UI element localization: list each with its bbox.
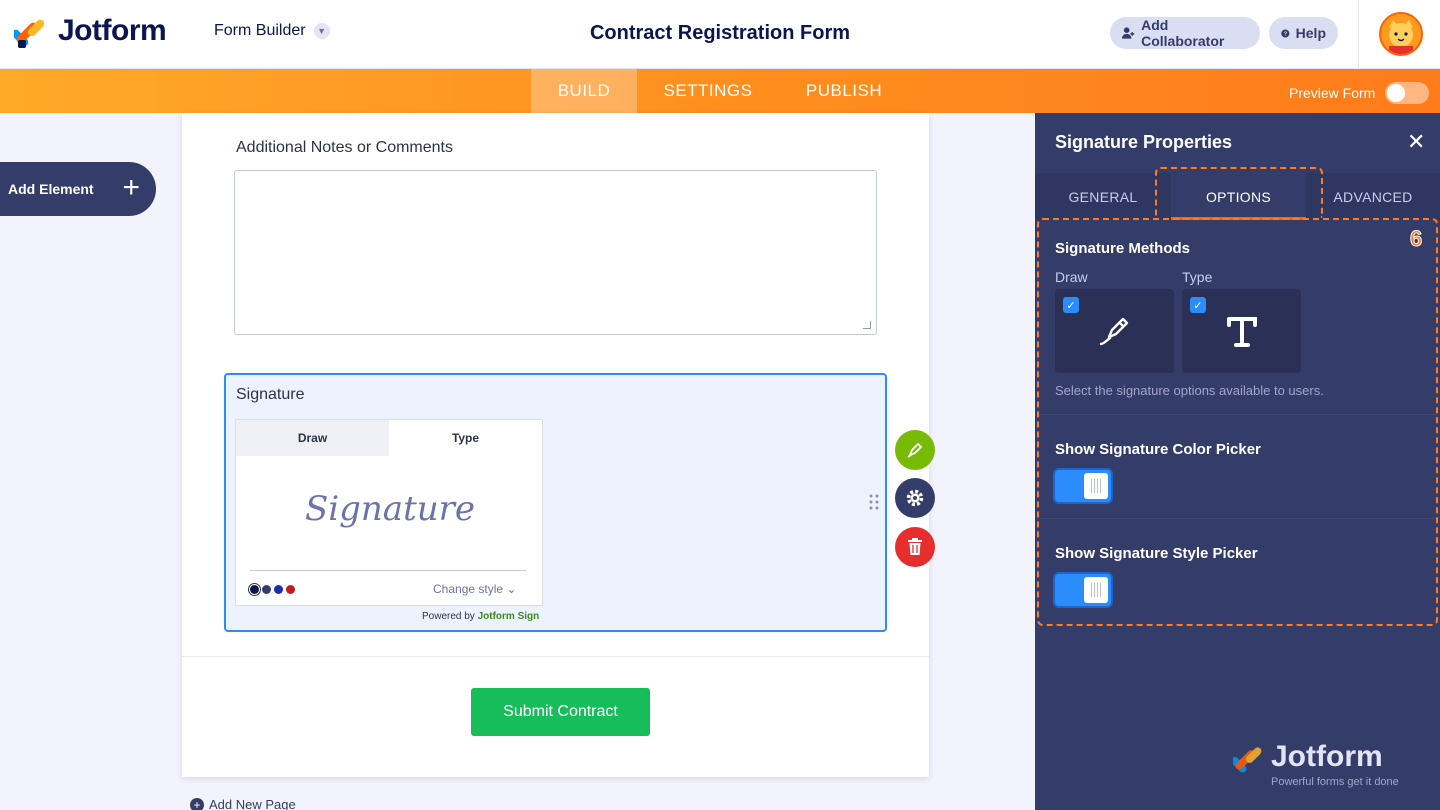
signature-pad[interactable]: Signature Change style ⌄ xyxy=(236,456,542,606)
field-delete-button[interactable] xyxy=(895,527,935,567)
signature-field-label: Signature xyxy=(236,386,305,403)
panel-tabs: GENERAL OPTIONS ADVANCED xyxy=(1035,173,1440,220)
gear-icon xyxy=(906,489,924,507)
form-canvas: Additional Notes or Comments Signature D… xyxy=(182,113,929,777)
toggle-knob xyxy=(1084,577,1108,603)
method-draw-label: Draw xyxy=(1055,269,1088,285)
form-builder-label: Form Builder xyxy=(214,22,306,39)
checkbox-checked-icon[interactable]: ✓ xyxy=(1190,297,1206,313)
signature-tab-type[interactable]: Type xyxy=(389,420,542,456)
panel-title: Signature Properties xyxy=(1055,132,1233,152)
powered-by-note: Powered by Jotform Sign xyxy=(422,611,539,622)
color-swatch[interactable] xyxy=(248,583,261,596)
grip-icon xyxy=(1091,479,1101,493)
drag-handle-icon[interactable] xyxy=(869,494,879,510)
signature-color-picker xyxy=(248,583,295,596)
preview-form-control: Preview Form xyxy=(1289,82,1430,104)
color-swatch[interactable] xyxy=(262,585,271,594)
help-icon: ? xyxy=(1281,28,1290,38)
type-text-icon xyxy=(1227,317,1257,347)
tab-advanced[interactable]: ADVANCED xyxy=(1306,173,1440,220)
field-settings-button[interactable] xyxy=(895,478,935,518)
method-type-card[interactable]: ✓ xyxy=(1182,289,1301,373)
chevron-down-icon: ▼ xyxy=(313,23,330,39)
section-divider xyxy=(1039,518,1436,519)
resize-handle-icon[interactable] xyxy=(863,321,871,329)
step-number-badge: 6 xyxy=(1409,226,1423,252)
method-draw-card[interactable]: ✓ xyxy=(1055,289,1174,373)
add-element-label: Add Element xyxy=(8,181,94,197)
grip-icon xyxy=(1091,583,1101,597)
signature-methods-title: Signature Methods xyxy=(1055,240,1191,257)
signature-placeholder: Signature xyxy=(305,489,475,529)
preview-form-label: Preview Form xyxy=(1289,85,1376,101)
add-collaborator-button[interactable]: Add Collaborator xyxy=(1110,17,1260,49)
tab-general[interactable]: GENERAL xyxy=(1035,173,1171,220)
toggle-knob xyxy=(1084,473,1108,499)
signature-properties-panel: Signature Properties ✕ GENERAL OPTIONS A… xyxy=(1035,113,1440,810)
footer-brand-name: Jotform xyxy=(1271,740,1383,773)
color-swatch[interactable] xyxy=(286,585,295,594)
add-collaborator-label: Add Collaborator xyxy=(1141,17,1225,49)
powered-by-text: Powered by xyxy=(422,611,475,622)
add-element-button[interactable]: Add Element + xyxy=(0,162,156,216)
plus-icon: + xyxy=(122,171,140,204)
form-builder-menu[interactable]: Form Builder ▼ xyxy=(214,22,330,40)
add-new-page-button[interactable]: + Add New Page xyxy=(190,797,296,810)
canvas-divider xyxy=(182,656,929,657)
trash-icon xyxy=(908,538,922,555)
plus-circle-icon: + xyxy=(190,797,204,810)
close-icon[interactable]: ✕ xyxy=(1407,131,1425,153)
signature-widget: Draw Type Signature Change style ⌄ xyxy=(235,419,543,606)
signature-field[interactable]: Signature Draw Type Signature Change sty… xyxy=(224,373,887,632)
tab-publish[interactable]: PUBLISH xyxy=(794,69,894,113)
pen-icon xyxy=(907,442,923,458)
footer-brand-tagline: Powerful forms get it done xyxy=(1271,776,1399,788)
methods-hint-text: Select the signature options available t… xyxy=(1055,383,1324,398)
tab-settings[interactable]: SETTINGS xyxy=(652,69,764,113)
signature-tabs: Draw Type xyxy=(236,420,542,456)
add-new-page-label: Add New Page xyxy=(209,797,296,810)
powered-by-brand: Jotform Sign xyxy=(477,611,540,622)
jotform-logo[interactable]: Jotform xyxy=(11,14,167,48)
tab-options[interactable]: OPTIONS xyxy=(1171,173,1306,220)
submit-contract-button[interactable]: Submit Contract xyxy=(471,688,650,736)
checkbox-checked-icon[interactable]: ✓ xyxy=(1063,297,1079,313)
preview-form-toggle[interactable] xyxy=(1385,82,1430,104)
color-picker-title: Show Signature Color Picker xyxy=(1055,441,1261,458)
toggle-knob xyxy=(1387,84,1406,102)
top-header: Jotform Form Builder ▼ Contract Registra… xyxy=(0,0,1440,69)
color-picker-toggle[interactable] xyxy=(1055,470,1111,502)
method-type-label: Type xyxy=(1182,269,1213,285)
brand-name: Jotform xyxy=(58,14,167,47)
change-style-label: Change style xyxy=(433,582,504,596)
jotform-logo-icon xyxy=(1233,747,1262,773)
section-divider xyxy=(1039,414,1436,415)
help-button[interactable]: ? Help xyxy=(1269,17,1338,49)
builder-navbar: BUILD SETTINGS PUBLISH Preview Form xyxy=(0,69,1440,113)
draw-pen-icon xyxy=(1099,317,1129,346)
signature-tab-draw[interactable]: Draw xyxy=(236,420,389,456)
signature-baseline xyxy=(250,570,526,571)
color-swatch[interactable] xyxy=(274,585,283,594)
help-label: Help xyxy=(1295,25,1326,41)
jotform-logo-icon xyxy=(11,14,48,48)
add-user-icon xyxy=(1122,27,1135,39)
chevron-down-icon: ⌄ xyxy=(506,582,517,596)
field-sign-button[interactable] xyxy=(895,430,935,470)
notes-field-label: Additional Notes or Comments xyxy=(236,139,453,156)
footer-brand: Jotform Powerful forms get it done xyxy=(1233,740,1399,788)
notes-textarea[interactable] xyxy=(234,170,877,335)
header-divider xyxy=(1358,0,1359,69)
signature-placeholder-text: Signature xyxy=(305,489,475,529)
style-picker-title: Show Signature Style Picker xyxy=(1055,545,1258,562)
svg-text:?: ? xyxy=(1284,31,1288,37)
tab-build[interactable]: BUILD xyxy=(531,69,637,113)
change-style-dropdown[interactable]: Change style ⌄ xyxy=(433,582,516,596)
style-picker-toggle[interactable] xyxy=(1055,574,1111,606)
avatar-cat-icon xyxy=(1381,14,1421,54)
user-avatar[interactable] xyxy=(1379,12,1423,56)
